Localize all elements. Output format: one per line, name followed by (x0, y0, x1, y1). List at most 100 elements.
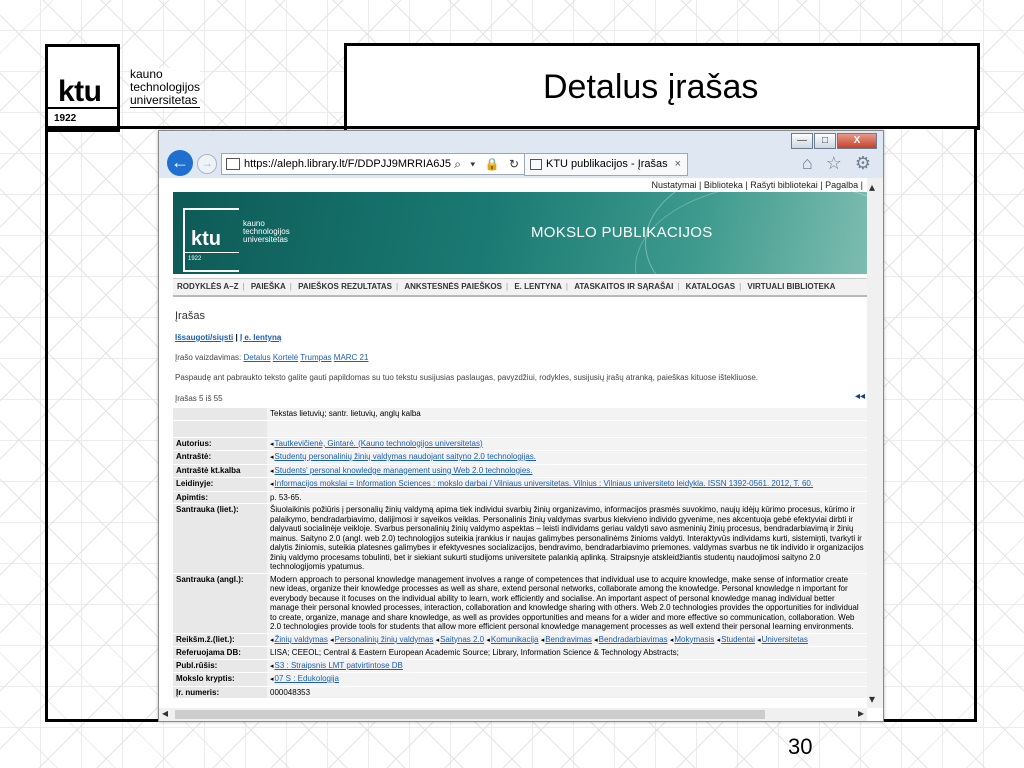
nav-item[interactable]: ATASKAITOS IR SĄRAŠAI (570, 282, 677, 291)
previous-record-icon[interactable]: ◂◂ (855, 391, 865, 402)
keyword-link[interactable]: Personalinių žinių valdymas (335, 635, 434, 644)
table-row: Antraštė kt.kalba ◂Students' personal kno… (173, 464, 867, 478)
scroll-right-icon[interactable]: ▸ (858, 706, 864, 720)
close-window-button[interactable]: X (837, 133, 877, 149)
keyword-link[interactable]: Mokymasis (674, 635, 714, 644)
address-controls[interactable]: ⌕ ▾ 🔒 ↻ (451, 154, 522, 174)
nav-item[interactable]: VIRTUALI BIBLIOTEKA (743, 282, 839, 291)
author-link[interactable]: Tautkevičienė, Gintarė. (Kauno technolog… (275, 439, 483, 448)
toolbar-icons[interactable]: ⌂ ☆ ⚙ (802, 153, 875, 174)
view-detailed-link[interactable]: Detalus (243, 353, 270, 362)
view-short-link[interactable]: Trumpas (300, 353, 331, 362)
keyword-link[interactable]: Saitynas 2.0 (440, 635, 484, 644)
field-value: ◂Informacijos mokslai = Information Scie… (267, 477, 867, 492)
table-row: Santrauka (angl.): Modern approach to per… (173, 573, 867, 634)
view-marc-link[interactable]: MARC 21 (334, 353, 369, 362)
banner-logo-brand: ktu (191, 228, 221, 250)
table-row: Santrauka (liet.): Šiuolaikinis požiūris … (173, 503, 867, 574)
record-heading: Įrašas (175, 310, 205, 322)
maximize-button[interactable]: □ (814, 133, 836, 149)
bullet-icon: ◂ (270, 481, 274, 488)
field-label: Įr. numeris: (173, 686, 267, 699)
banner-title: MOKSLO PUBLIKACIJOS (531, 224, 713, 241)
field-label (173, 420, 267, 438)
slide-title-box: Detalus įrašas (344, 43, 980, 130)
nav-sep: | (565, 282, 568, 291)
vertical-scrollbar[interactable]: ▴ ▾ (867, 178, 883, 708)
nav-item[interactable]: PAIEŠKOS REZULTATAS (294, 282, 396, 291)
nav-item[interactable]: ANKSTESNĖS PAIEŠKOS (400, 282, 506, 291)
bullet-icon: ◂ (270, 676, 274, 683)
bullet-icon: ◂ (270, 467, 274, 475)
field-label: Mokslo kryptis: (173, 672, 267, 687)
table-row: Referuojama DB: LISA; CEEOL; Central & Ea… (173, 646, 867, 660)
keyword-link[interactable]: Universitetas (762, 635, 808, 644)
nav-sep: | (506, 282, 509, 291)
bullet-icon: ◂ (716, 636, 721, 644)
field-label: Reikšm.ž.(liet.): (173, 633, 267, 647)
address-bar[interactable]: https://aleph.library.lt/F/DDPJJ9MRRIA6J… (221, 153, 525, 175)
keyword-link[interactable]: Studentai (721, 635, 755, 644)
field-label (173, 408, 267, 421)
field-value: ◂Tautkevičienė, Gintarė. (Kauno technolo… (267, 437, 867, 451)
logo-line-3: universitetas (130, 94, 201, 108)
bullet-icon: ◂ (486, 636, 490, 644)
record-count: Įrašas 5 iš 55 (175, 394, 223, 403)
table-row: Leidinyje: ◂Informacijos mokslai = Inform… (173, 477, 867, 492)
field-of-science-link[interactable]: 07 S : Edukologija (275, 674, 340, 683)
field-label: Antraštė kt.kalba (173, 464, 267, 478)
tab-close-icon[interactable]: × (675, 154, 681, 174)
tab-title: KTU publikacijos - Įrašas (546, 158, 668, 170)
table-row: Antraštė: ◂Studentų personalinių žinių va… (173, 450, 867, 465)
scrollbar-thumb[interactable] (175, 710, 765, 719)
browser-tab[interactable]: KTU publikacijos - Įrašas × (524, 153, 688, 176)
title-link[interactable]: Studentų personalinių žinių valdymas nau… (275, 452, 537, 461)
scroll-up-icon[interactable]: ▴ (869, 180, 875, 194)
tab-page-icon (530, 158, 542, 170)
table-row: Reikšm.ž.(liet.): ◂Žinių valdymas ◂Perso… (173, 633, 867, 647)
keyword-link[interactable]: Komunikacija (491, 635, 539, 644)
pubtype-link[interactable]: S3 : Straipsnis LMT patvirtintose DB (275, 661, 403, 670)
scroll-left-icon[interactable]: ◂ (162, 706, 168, 720)
page-icon (226, 158, 240, 171)
bullet-icon: ◂ (270, 636, 274, 644)
minimize-button[interactable]: — (791, 133, 813, 149)
site-banner: ktu 1922 kauno technologijos universitet… (173, 192, 867, 274)
view-format: Įrašo vaizdavimas: Detalus Kortelė Trump… (175, 353, 368, 362)
field-label: Referuojama DB: (173, 646, 267, 660)
keyword-link[interactable]: Bendradarbiavimas (599, 635, 668, 644)
bullet-icon: ◂ (270, 440, 274, 448)
view-card-link[interactable]: Kortelė (273, 353, 298, 362)
nav-item[interactable]: RODYKLĖS A–Z (173, 282, 243, 291)
bullet-icon: ◂ (540, 636, 545, 644)
source-link[interactable]: Informacijos mokslai = Information Scien… (275, 479, 814, 488)
nav-item[interactable]: E. LENTYNA (510, 282, 566, 291)
forward-icon[interactable]: → (197, 154, 217, 174)
back-icon[interactable]: ← (167, 150, 193, 176)
nav-sep: | (677, 282, 680, 291)
main-nav: RODYKLĖS A–Z | PAIEŠKA | PAIEŠKOS REZULTAT… (173, 278, 867, 297)
save-send-link[interactable]: Išsaugoti/siųsti (175, 333, 233, 342)
page-number: 30 (788, 734, 813, 759)
alt-title-link[interactable]: Students' personal knowledge management … (275, 466, 533, 475)
table-row: Tekstas lietuvių; santr. lietuvių, anglų… (173, 408, 867, 421)
nav-item[interactable]: PAIEŠKA (247, 282, 290, 291)
slide-title: Detalus įrašas (543, 68, 759, 106)
nav-sep: | (396, 282, 399, 291)
keyword-link[interactable]: Žinių valdymas (275, 635, 328, 644)
logo-rule (48, 107, 120, 109)
field-value: ◂Studentų personalinių žinių valdymas na… (267, 450, 867, 465)
top-links[interactable]: Nustatymai | Biblioteka | Rašyti bibliot… (652, 180, 863, 190)
field-label: Santrauka (liet.): (173, 503, 267, 574)
bullet-icon: ◂ (435, 636, 440, 644)
scroll-down-icon[interactable]: ▾ (869, 692, 875, 706)
table-row (173, 420, 867, 438)
keyword-link[interactable]: Bendravimas (545, 635, 592, 644)
nav-sep: | (739, 282, 742, 291)
to-eshelf-link[interactable]: Į e. lentyną (240, 333, 281, 342)
table-row: Apimtis: p. 53-65. (173, 491, 867, 504)
field-value: ◂S3 : Straipsnis LMT patvirtintose DB (267, 659, 867, 673)
horizontal-scrollbar[interactable]: ◂ ▸ (159, 706, 867, 721)
nav-item[interactable]: KATALOGAS (682, 282, 739, 291)
field-value (267, 420, 867, 438)
